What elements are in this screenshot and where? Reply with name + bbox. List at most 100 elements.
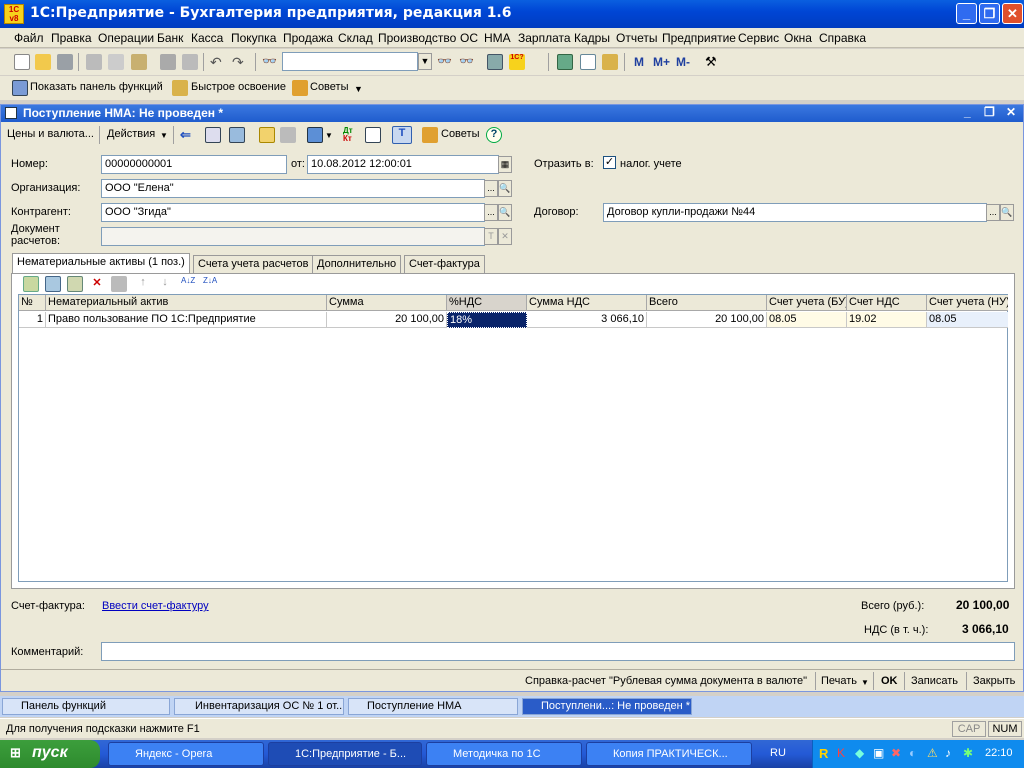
copy-row-icon[interactable]: [45, 276, 61, 292]
col-header-num[interactable]: №: [19, 295, 46, 311]
calendar-icon[interactable]: [580, 54, 596, 70]
window-tab-current-document[interactable]: Поступлени...: Не проведен *: [522, 698, 692, 715]
menu-production[interactable]: Производство: [378, 31, 456, 45]
sort-desc-icon[interactable]: Z↓A: [203, 276, 219, 292]
table-cell-account-bu[interactable]: 08.05: [767, 312, 847, 328]
settlement-doc-field[interactable]: [101, 227, 485, 246]
menu-service[interactable]: Сервис: [738, 31, 779, 45]
tray-network-icon[interactable]: ▣: [873, 746, 884, 760]
menu-intangibles[interactable]: НМА: [484, 31, 511, 45]
close-button[interactable]: ✕: [1002, 3, 1023, 24]
tab-settlement-accounts[interactable]: Счета учета расчетов: [193, 255, 314, 273]
tray-misc-icon[interactable]: ✱: [963, 746, 973, 760]
doc-restore-icon[interactable]: ❐: [984, 105, 995, 119]
contract-search-icon[interactable]: 🔍: [1000, 204, 1014, 221]
menu-purchase[interactable]: Покупка: [231, 31, 276, 45]
tray-k-icon[interactable]: K: [837, 746, 845, 760]
contractor-field[interactable]: ООО "Згида": [101, 203, 485, 222]
journal-icon[interactable]: [365, 127, 381, 143]
save-button[interactable]: Записать: [911, 675, 958, 687]
tray-volume-icon[interactable]: ♪: [945, 746, 951, 760]
col-header-total[interactable]: Всего: [647, 295, 767, 311]
enter-invoice-link[interactable]: Ввести счет-фактуру: [102, 600, 209, 612]
tab-invoice[interactable]: Счет-фактура: [404, 255, 485, 273]
col-header-asset[interactable]: Нематериальный актив: [46, 295, 327, 311]
tray-update-icon[interactable]: ⚠: [927, 746, 938, 760]
contract-field[interactable]: Договор купли-продажи №44: [603, 203, 987, 222]
delete-row-icon[interactable]: ✕: [89, 276, 105, 292]
contractor-search-icon[interactable]: 🔍: [498, 204, 512, 221]
menu-sales[interactable]: Продажа: [283, 31, 333, 45]
actions-menu-button[interactable]: Действия: [107, 128, 155, 140]
prices-currency-button[interactable]: Цены и валюта...: [7, 128, 94, 140]
menu-salary[interactable]: Зарплата: [518, 31, 571, 45]
sort-asc-icon[interactable]: A↓Z: [181, 276, 197, 292]
tab-intangibles[interactable]: Нематериальные активы (1 поз.): [12, 253, 190, 273]
col-header-vat-sum[interactable]: Сумма НДС: [527, 295, 647, 311]
window-tab-inventory[interactable]: Инвентаризация ОС № 1 от...: [174, 698, 344, 715]
doc-minimize-icon[interactable]: _: [964, 105, 971, 119]
language-indicator[interactable]: RU: [770, 747, 786, 759]
tips-button[interactable]: Советы: [310, 81, 348, 93]
tools-icon[interactable]: ⚒: [705, 54, 721, 70]
contractor-select-button[interactable]: ...: [484, 204, 498, 221]
post-icon[interactable]: [259, 127, 275, 143]
doc-tips-button[interactable]: Советы: [441, 128, 479, 140]
move-down-icon[interactable]: ↓: [157, 276, 173, 292]
taskbar-item-opera[interactable]: Яндекс - Opera: [108, 742, 264, 766]
refresh-icon[interactable]: [229, 127, 245, 143]
edit-row-icon[interactable]: [67, 276, 83, 292]
based-on-chevron-icon[interactable]: ▼: [325, 131, 333, 140]
taskbar-item-1c[interactable]: 1С:Предприятие - Б...: [268, 742, 422, 766]
settlement-type-button[interactable]: T: [484, 228, 498, 245]
tray-security-icon[interactable]: ✖: [891, 746, 901, 760]
table-cell-asset[interactable]: Право пользование ПО 1С:Предприятие: [46, 312, 327, 328]
open-folder-icon[interactable]: [35, 54, 51, 70]
cut-icon[interactable]: [86, 54, 102, 70]
menu-fixed-assets[interactable]: ОС: [460, 31, 478, 45]
calculator-icon[interactable]: [557, 54, 573, 70]
col-header-account-bu[interactable]: Счет учета (БУ): [767, 295, 847, 311]
table-cell-sum[interactable]: 20 100,00: [327, 312, 447, 328]
preview-icon[interactable]: [182, 54, 198, 70]
col-header-sum[interactable]: Сумма: [327, 295, 447, 311]
paste-icon[interactable]: [131, 54, 147, 70]
binoculars-icon[interactable]: 👓: [262, 54, 278, 70]
comment-field[interactable]: [101, 642, 1015, 661]
table-cell-vat-sum[interactable]: 3 066,10: [527, 312, 647, 328]
menu-edit[interactable]: Правка: [51, 31, 92, 45]
col-header-vat-rate[interactable]: %НДС: [447, 295, 527, 311]
close-doc-button[interactable]: Закрыть: [973, 675, 1015, 687]
menu-cash[interactable]: Касса: [191, 31, 223, 45]
search-dropdown-button[interactable]: ▼: [418, 53, 432, 70]
save-icon[interactable]: [57, 54, 73, 70]
table-cell-vat-account[interactable]: 19.02: [847, 312, 927, 328]
start-button[interactable]: ⊞ пуск: [0, 740, 100, 768]
quick-learn-button[interactable]: Быстрое освоение: [191, 81, 286, 93]
tray-app-icon[interactable]: ◆: [855, 746, 864, 760]
windows-icon[interactable]: [487, 54, 503, 70]
table-cell-account-nu[interactable]: 08.05: [927, 312, 1008, 328]
org-search-icon[interactable]: 🔍: [498, 180, 512, 197]
move-up-icon[interactable]: ↑: [135, 276, 151, 292]
contract-select-button[interactable]: ...: [986, 204, 1000, 221]
tray-r-icon[interactable]: R: [819, 746, 828, 761]
menu-file[interactable]: Файл: [14, 31, 44, 45]
menu-help[interactable]: Справка: [819, 31, 866, 45]
organization-field[interactable]: ООО "Елена": [101, 179, 485, 198]
search-input[interactable]: [282, 52, 418, 71]
memory-minus-button[interactable]: M-: [676, 55, 690, 69]
menu-operations[interactable]: Операции: [98, 31, 154, 45]
col-header-vat-account[interactable]: Счет НДС: [847, 295, 927, 311]
print-button[interactable]: Печать: [821, 675, 857, 687]
show-function-panel-button[interactable]: Показать панель функций: [30, 81, 163, 93]
menu-windows[interactable]: Окна: [784, 31, 812, 45]
help-icon[interactable]: ?: [486, 127, 502, 143]
doc-close-icon[interactable]: ✕: [1006, 105, 1016, 119]
taskbar-item-folder[interactable]: Методичка по 1С: [426, 742, 582, 766]
ok-button[interactable]: OK: [881, 675, 898, 687]
settlement-clear-icon[interactable]: ✕: [498, 228, 512, 245]
table-cell-vat-rate[interactable]: 18%: [447, 312, 527, 328]
minimize-button[interactable]: _: [956, 3, 977, 24]
help-1c-icon[interactable]: 1С?: [509, 54, 525, 70]
